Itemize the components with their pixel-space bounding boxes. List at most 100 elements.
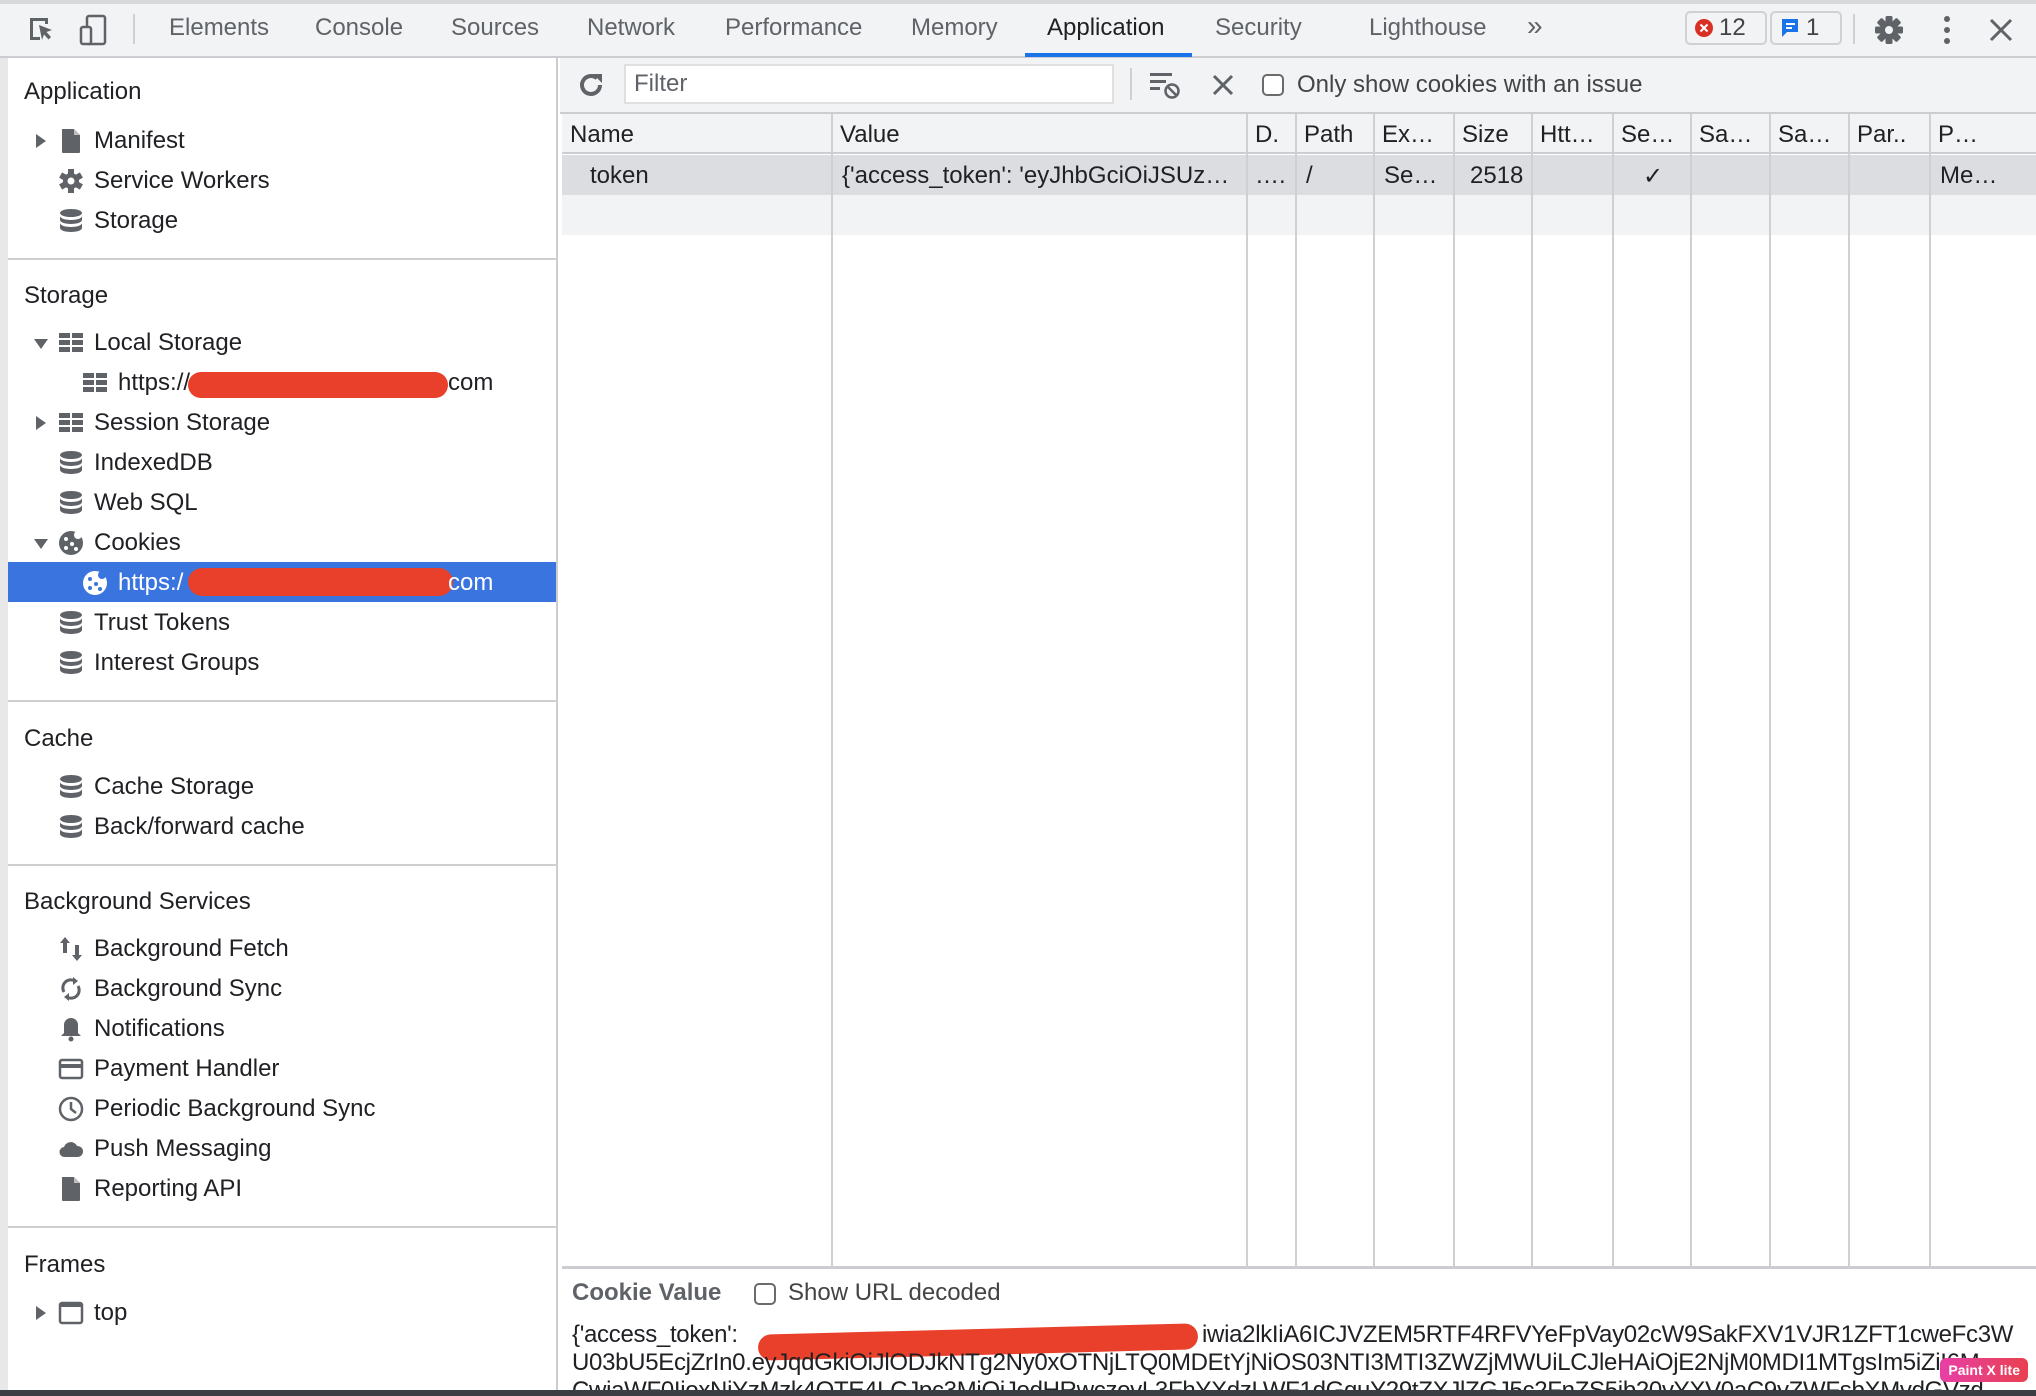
cookie-value-line-1[interactable]: {'access_token': — [572, 1321, 738, 1349]
sidebar-item-session-storage[interactable]: Session Storage — [8, 402, 556, 442]
sidebar-item-label: top — [94, 1299, 128, 1326]
cookie-value-line-3[interactable]: CwiaWF0IjoxNjYzMzk4OTE4LCJpc3MiOiJodHRwc… — [572, 1377, 1983, 1391]
expand-arrow-icon[interactable] — [36, 1306, 46, 1320]
sidebar-item-back-forward-cache[interactable]: Back/forward cache — [8, 806, 556, 846]
collapse-arrow-icon[interactable] — [34, 539, 48, 549]
sidebar-item-label: Trust Tokens — [94, 609, 231, 636]
tab-memory[interactable]: Memory — [911, 14, 998, 42]
message-count-badge[interactable]: 1 — [1770, 11, 1842, 45]
collapse-arrow-icon[interactable] — [34, 339, 48, 349]
table-icon — [59, 333, 83, 352]
column-header-httponly[interactable]: Htt… — [1532, 114, 1613, 154]
close-devtools-icon[interactable] — [1985, 14, 2017, 46]
sidebar-item-background-fetch[interactable]: Background Fetch — [8, 928, 556, 968]
column-resizer[interactable] — [1769, 114, 1771, 1266]
message-icon — [1782, 19, 1798, 37]
toolbar-divider — [133, 14, 135, 44]
more-tabs-button[interactable]: » — [1527, 10, 1543, 42]
sidebar-item-reporting-api[interactable]: Reporting API — [8, 1168, 556, 1208]
sidebar-item-indexeddb[interactable]: IndexedDB — [8, 442, 556, 482]
column-header-sameparty[interactable]: Sa… — [1770, 114, 1849, 154]
clear-all-cookies-icon[interactable] — [1210, 72, 1236, 98]
tab-network[interactable]: Network — [587, 14, 675, 42]
expand-arrow-icon[interactable] — [36, 416, 46, 430]
sidebar-item-service-workers[interactable]: Service Workers — [8, 160, 556, 200]
tab-elements[interactable]: Elements — [169, 14, 269, 42]
origin-url-prefix: https:/ — [118, 569, 184, 596]
column-resizer[interactable] — [1848, 114, 1850, 1266]
only-issues-checkbox[interactable] — [1262, 74, 1284, 96]
cookie-value-suffix: iwia2lkIiA6ICJVZEM5RTF4RFVYeFpVay02cW9Sa… — [1202, 1321, 2014, 1348]
sidebar-item-push-messaging[interactable]: Push Messaging — [8, 1128, 556, 1168]
column-header-priority[interactable]: P… — [1930, 114, 2036, 154]
cell-priority: Me… — [1940, 162, 1998, 189]
column-resizer[interactable] — [1690, 114, 1692, 1266]
sidebar-item-cookies-origin[interactable]: https:/ com — [8, 562, 556, 602]
filter-input[interactable] — [624, 64, 1114, 104]
more-options-icon[interactable] — [1931, 14, 1963, 46]
column-header-samesite[interactable]: Sa… — [1691, 114, 1770, 154]
sidebar-item-payment-handler[interactable]: Payment Handler — [8, 1048, 556, 1088]
sidebar-item-cookies[interactable]: Cookies — [8, 522, 556, 562]
column-resizer[interactable] — [1531, 114, 1533, 1266]
column-header-name[interactable]: Name — [562, 114, 832, 154]
sidebar-item-notifications[interactable]: Notifications — [8, 1008, 556, 1048]
sidebar-item-background-sync[interactable]: Background Sync — [8, 968, 556, 1008]
sidebar-item-label: Reporting API — [94, 1175, 243, 1202]
column-resizer[interactable] — [1373, 114, 1375, 1266]
column-header-size[interactable]: Size — [1454, 114, 1532, 154]
cookie-value-line-2[interactable]: U03bU5EcjZrIn0.eyJqdGkiOiJlODJkNTg2Ny0xO… — [572, 1349, 1980, 1377]
tab-security[interactable]: Security — [1215, 14, 1302, 42]
window-bottom-edge — [0, 1390, 2036, 1396]
sync-icon — [61, 977, 81, 1001]
column-header-partition-key[interactable]: Par.. — [1849, 114, 1930, 154]
column-header-value[interactable]: Value — [832, 114, 1247, 154]
sidebar-item-label: Cookies — [94, 529, 181, 556]
database-icon — [60, 651, 82, 674]
tab-sources[interactable]: Sources — [451, 14, 539, 42]
inspect-element-icon[interactable] — [26, 14, 58, 46]
sidebar-item-trust-tokens[interactable]: Trust Tokens — [8, 602, 556, 642]
tab-performance[interactable]: Performance — [725, 14, 862, 42]
clear-filtered-cookies-icon[interactable] — [1148, 70, 1182, 100]
sidebar-item-storage[interactable]: Storage — [8, 200, 556, 240]
device-toolbar-icon[interactable] — [78, 14, 110, 46]
sidebar-item-web-sql[interactable]: Web SQL — [8, 482, 556, 522]
table-icon — [59, 413, 83, 432]
expand-arrow-icon[interactable] — [36, 134, 46, 148]
cookie-value-title: Cookie Value — [572, 1279, 722, 1306]
cell-name: token — [590, 162, 649, 189]
column-resizer[interactable] — [1453, 114, 1455, 1266]
column-resizer[interactable] — [1295, 114, 1297, 1266]
cookie-icon — [59, 531, 83, 555]
error-count-badge[interactable]: 12 — [1685, 11, 1767, 45]
section-divider — [8, 1226, 558, 1228]
section-divider — [8, 864, 558, 866]
show-url-decoded-checkbox[interactable] — [754, 1283, 776, 1305]
sidebar-item-cache-storage[interactable]: Cache Storage — [8, 766, 556, 806]
sidebar-item-manifest[interactable]: Manifest — [8, 120, 556, 160]
tab-lighthouse[interactable]: Lighthouse — [1369, 14, 1486, 42]
column-resizer[interactable] — [831, 114, 833, 1266]
document-icon — [62, 1177, 80, 1201]
column-resizer[interactable] — [1929, 114, 1931, 1266]
gear-icon[interactable] — [1873, 14, 1905, 46]
column-header-domain[interactable]: D. — [1247, 114, 1296, 154]
document-icon — [62, 129, 80, 153]
column-header-secure[interactable]: Se… — [1613, 114, 1691, 154]
sidebar-item-interest-groups[interactable]: Interest Groups — [8, 642, 556, 682]
sidebar-item-periodic-background-sync[interactable]: Periodic Background Sync — [8, 1088, 556, 1128]
column-resizer[interactable] — [1612, 114, 1614, 1266]
refresh-icon[interactable] — [576, 70, 606, 100]
column-header-expires[interactable]: Ex… — [1374, 114, 1454, 154]
sidebar-item-local-storage[interactable]: Local Storage — [8, 322, 556, 362]
cookies-toolbar: Only show cookies with an issue — [560, 58, 2036, 114]
column-header-path[interactable]: Path — [1296, 114, 1374, 154]
origin-url-suffix: com — [448, 369, 494, 396]
sidebar-item-local-storage-origin[interactable]: https:// com — [8, 362, 556, 402]
column-resizer[interactable] — [1246, 114, 1248, 1266]
tab-application[interactable]: Application — [1047, 14, 1164, 42]
devtools-tab-bar: Elements Console Sources Network Perform… — [0, 0, 2036, 58]
tab-console[interactable]: Console — [315, 14, 403, 42]
sidebar-item-frame-top[interactable]: top — [8, 1292, 556, 1332]
